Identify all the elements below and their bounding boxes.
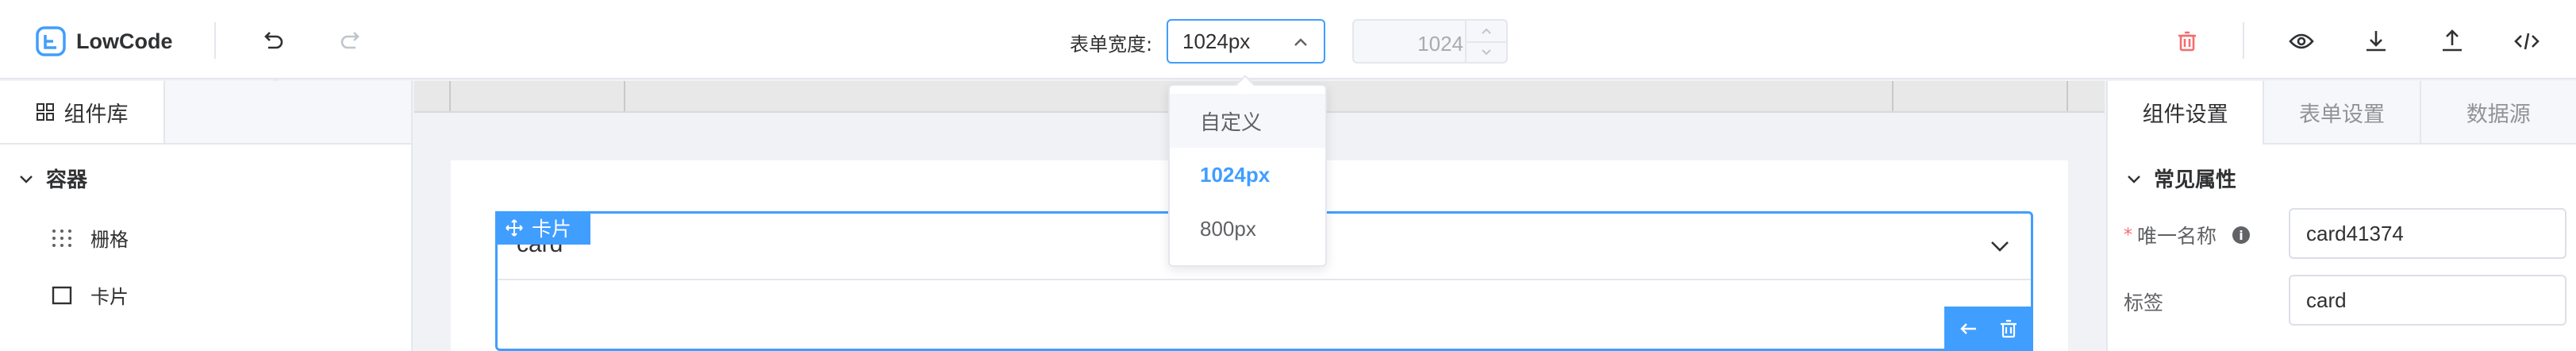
- eye-icon: [2289, 33, 2314, 49]
- tab-label: 组件库: [63, 102, 129, 127]
- component-label: 卡片: [90, 286, 129, 308]
- field-label: 唯一名称: [2137, 225, 2217, 248]
- decrement-button[interactable]: [1467, 41, 1506, 62]
- tag-label: 标签: [2124, 287, 2163, 316]
- chevron-down-icon: [1482, 49, 1491, 56]
- form-width-value: 1024px: [1182, 29, 1251, 53]
- info-icon[interactable]: i: [2232, 226, 2251, 244]
- tab-component-settings[interactable]: 组件设置: [2108, 81, 2263, 145]
- form-width-dropdown: 自定义 1024px 800px: [1168, 84, 1327, 267]
- chevron-down-icon[interactable]: [1988, 234, 2012, 258]
- form-width-label: 表单宽度:: [1070, 33, 1153, 56]
- code-icon: [2514, 33, 2539, 50]
- group-label: 常见属性: [2154, 168, 2237, 192]
- chevron-down-icon: [2128, 175, 2140, 183]
- move-icon: [506, 219, 523, 237]
- settings-panel: 组件设置 表单设置 数据源 常见属性 * 唯一名称 i card41374 标签…: [2106, 81, 2576, 351]
- toolbar-divider: [214, 22, 216, 59]
- custom-width-value: 1024: [1417, 32, 1463, 56]
- card-square-icon: [52, 286, 72, 304]
- upload-icon: [2443, 29, 2462, 52]
- grid-icon: [36, 103, 54, 121]
- width-option-1024[interactable]: 1024px: [1170, 148, 1325, 202]
- form-width-select[interactable]: 1024px: [1167, 19, 1325, 64]
- undo-icon: [264, 32, 283, 49]
- custom-width-input[interactable]: 1024: [1352, 19, 1508, 64]
- import-button[interactable]: [2362, 27, 2390, 56]
- top-toolbar: LowCode 表单宽度: 1024px 1024: [0, 0, 2576, 79]
- trash-icon: [2178, 31, 2196, 52]
- chevron-down-icon: [20, 175, 33, 183]
- group-container[interactable]: 容器: [17, 164, 87, 193]
- increment-button[interactable]: [1467, 21, 1506, 41]
- chevron-up-icon: [1482, 28, 1491, 34]
- logo-text: LowCode: [76, 29, 173, 53]
- toolbar-divider: [2243, 22, 2244, 59]
- unique-name-label: * 唯一名称 i: [2124, 221, 2251, 249]
- group-label: 容器: [46, 168, 88, 192]
- field-label: 标签: [2124, 291, 2164, 314]
- undo-button[interactable]: [259, 27, 287, 56]
- trash-icon[interactable]: [1997, 318, 2020, 340]
- tab-data-source[interactable]: 数据源: [2419, 81, 2576, 145]
- component-label: 栅格: [90, 229, 129, 251]
- grid-dots-icon: [52, 229, 71, 247]
- export-button[interactable]: [2438, 27, 2466, 56]
- redo-icon: [340, 32, 359, 49]
- download-icon: [2366, 31, 2386, 52]
- group-common-props[interactable]: 常见属性: [2125, 164, 2236, 193]
- required-mark: *: [2124, 225, 2132, 245]
- preview-button[interactable]: [2287, 27, 2316, 56]
- tab-form-settings[interactable]: 表单设置: [2263, 81, 2420, 145]
- component-library-panel: 组件库 容器 栅格 卡片: [0, 81, 413, 351]
- component-grid[interactable]: 栅格: [51, 224, 129, 252]
- select-parent-icon[interactable]: [1958, 318, 1980, 340]
- drag-handle[interactable]: 卡片: [495, 211, 590, 245]
- component-card[interactable]: 卡片: [51, 281, 129, 309]
- tag-input[interactable]: card: [2289, 275, 2566, 326]
- clear-canvas-button[interactable]: [2173, 27, 2201, 56]
- app-logo: LowCode: [35, 25, 173, 57]
- unique-name-input[interactable]: card41374: [2289, 208, 2566, 259]
- chevron-up-icon: [1294, 38, 1307, 46]
- tab-component-library[interactable]: 组件库: [0, 81, 163, 143]
- logo-icon: [36, 26, 66, 56]
- width-option-800[interactable]: 800px: [1170, 202, 1325, 256]
- width-stepper[interactable]: [1465, 21, 1506, 62]
- card-tag-label: 卡片: [532, 218, 572, 241]
- view-code-button[interactable]: [2513, 27, 2541, 56]
- redo-button[interactable]: [336, 27, 365, 56]
- width-option-custom[interactable]: 自定义: [1170, 94, 1325, 148]
- card-action-bar: [1944, 307, 2033, 351]
